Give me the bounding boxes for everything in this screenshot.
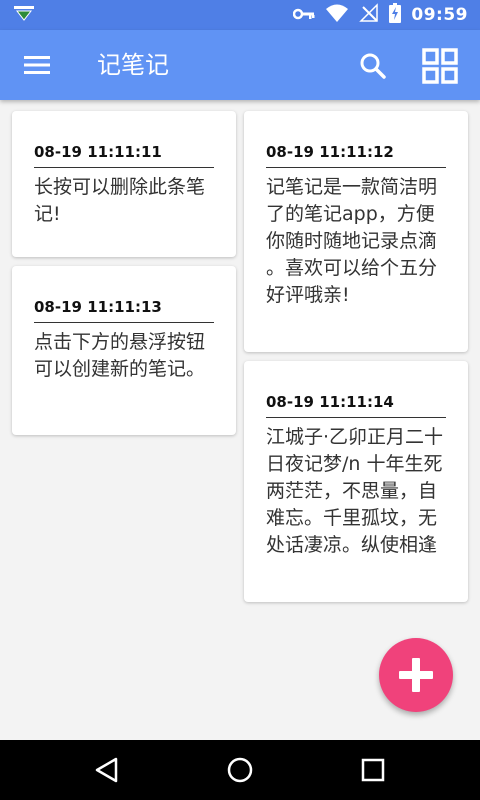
note-content: 长按可以删除此条笔记!: [34, 176, 206, 225]
vpn-key-icon: [293, 6, 315, 25]
note-content: 点击下方的悬浮按钮可以创建新的笔记。: [34, 331, 206, 380]
app-bar: 记笔记: [0, 30, 480, 100]
note-card[interactable]: 08-19 11:11:11 长按可以删除此条笔记!: [12, 111, 236, 257]
note-date: 08-19 11:11:11: [34, 143, 214, 168]
back-triangle-icon[interactable]: [92, 755, 122, 785]
wifi-icon: [325, 3, 349, 27]
recents-square-icon[interactable]: [358, 755, 388, 785]
note-content: 记笔记是一款简洁明了的笔记app，方便你随时随地记录点滴 。喜欢可以给个五分好评…: [266, 176, 438, 306]
note-date: 08-19 11:11:12: [266, 143, 446, 168]
note-date: 08-19 11:11:13: [34, 298, 214, 323]
hamburger-menu-icon[interactable]: [22, 52, 52, 78]
grid-view-icon[interactable]: [422, 48, 458, 84]
note-card[interactable]: 08-19 11:11:13 点击下方的悬浮按钮可以创建新的笔记。: [12, 266, 236, 435]
battery-charging-icon: [389, 3, 402, 27]
note-content: 江城子·乙卯正月二十日夜记梦/n 十年生死两茫茫，不思量，自难忘。千里孤坟，无处…: [266, 426, 444, 556]
status-bar: 09:59: [0, 0, 480, 30]
notification-download-icon: [14, 6, 34, 26]
status-time: 09:59: [411, 5, 468, 25]
page-title: 记笔记: [97, 51, 169, 79]
home-circle-icon[interactable]: [225, 755, 255, 785]
add-note-button[interactable]: [379, 638, 453, 712]
system-nav-bar: [0, 740, 480, 800]
note-card[interactable]: 08-19 11:11:12 记笔记是一款简洁明了的笔记app，方便你随时随地记…: [244, 111, 468, 352]
note-card[interactable]: 08-19 11:11:14 江城子·乙卯正月二十日夜记梦/n 十年生死两茫茫，…: [244, 361, 468, 602]
no-signal-icon: [359, 3, 379, 27]
search-icon[interactable]: [358, 51, 388, 81]
note-date: 08-19 11:11:14: [266, 393, 446, 418]
